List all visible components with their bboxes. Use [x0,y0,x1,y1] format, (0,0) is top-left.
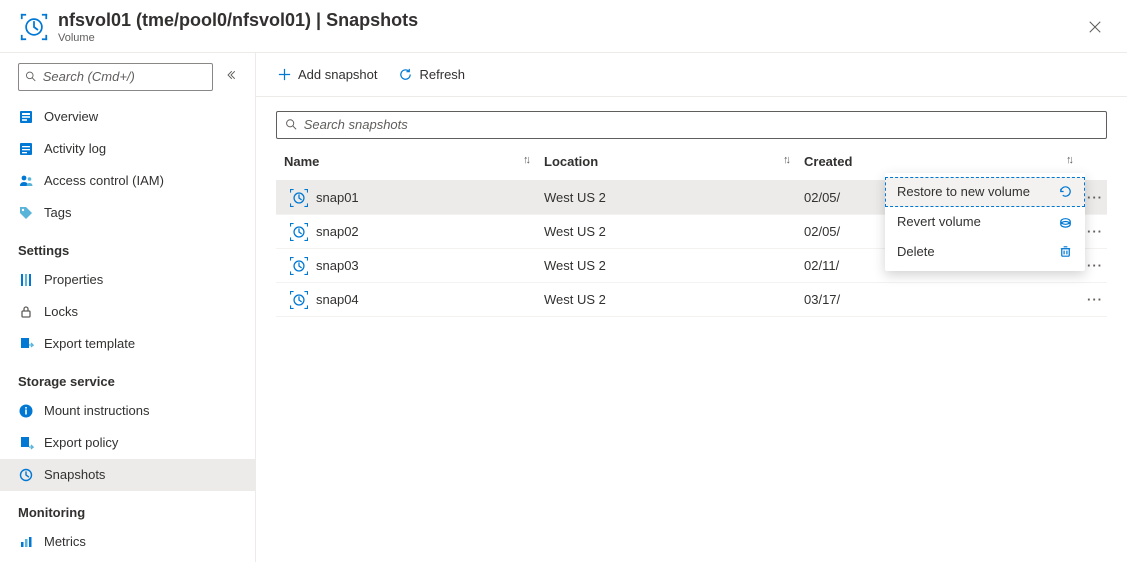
plus-icon [276,66,292,82]
sidebar-item-label: Overview [44,109,98,124]
access-control-icon [18,173,34,189]
row-context-menu: Restore to new volume Revert volume Delete [885,173,1085,271]
sidebar-item-label: Export policy [44,435,118,450]
add-snapshot-button[interactable]: Add snapshot [276,66,378,82]
sidebar-item-metrics[interactable]: Metrics [0,526,255,558]
search-icon [285,118,298,131]
sidebar-item-access-control[interactable]: Access control (IAM) [0,165,255,197]
sidebar-item-export-policy[interactable]: Export policy [0,427,255,459]
row-actions-button[interactable]: ··· [1079,283,1107,317]
metrics-icon [18,534,34,550]
activity-log-icon [18,141,34,157]
sidebar-item-label: Metrics [44,534,86,549]
section-header: Monitoring [0,491,255,526]
sort-icon: ↑↓ [783,154,788,166]
menu-item-restore[interactable]: Restore to new volume [885,177,1085,207]
sidebar-item-tags[interactable]: Tags [0,197,255,229]
sidebar-item-label: Access control (IAM) [44,173,164,188]
section-header: Storage service [0,360,255,395]
sidebar-item-label: Export template [44,336,135,351]
refresh-label: Refresh [420,67,466,82]
export-policy-icon [18,435,34,451]
menu-item-revert[interactable]: Revert volume [885,207,1085,237]
table-row[interactable]: snap04 West US 2 03/17/ ··· [276,283,1107,317]
close-button[interactable] [1083,15,1107,39]
snapshot-icon [290,257,308,275]
sidebar-item-label: Mount instructions [44,403,150,418]
sidebar: Overview Activity log Access control (IAM)… [0,53,256,562]
main-content: Add snapshot Refresh Name↑↓ Location↑↓ [256,53,1127,562]
page-title: nfsvol01 (tme/pool0/nfsvol01) | Snapshot… [58,10,1083,32]
sidebar-item-overview[interactable]: Overview [0,101,255,133]
revert-icon [1057,214,1073,230]
snapshot-icon [290,291,308,309]
snapshot-location: West US 2 [536,215,796,249]
add-snapshot-label: Add snapshot [298,67,378,82]
sidebar-item-mount-instructions[interactable]: Mount instructions [0,395,255,427]
sidebar-item-label: Locks [44,304,78,319]
delete-icon [1057,244,1073,260]
mount-instructions-icon [18,403,34,419]
tags-icon [18,205,34,221]
sidebar-item-label: Properties [44,272,103,287]
snapshot-created: 03/17/ [796,283,1079,317]
volume-snapshot-icon [20,13,48,41]
page-header: nfsvol01 (tme/pool0/nfsvol01) | Snapshot… [0,0,1127,53]
search-icon [25,70,37,83]
sidebar-item-properties[interactable]: Properties [0,264,255,296]
overview-icon [18,109,34,125]
sidebar-item-snapshots[interactable]: Snapshots [0,459,255,491]
snapshot-name: snap01 [316,190,359,205]
sidebar-search-input[interactable] [43,69,206,84]
sidebar-item-label: Snapshots [44,467,105,482]
sidebar-item-locks[interactable]: Locks [0,296,255,328]
refresh-icon [398,66,414,82]
snapshot-name: snap04 [316,292,359,307]
snapshot-name: snap03 [316,258,359,273]
page-subtitle: Volume [58,32,1083,44]
sort-icon: ↑↓ [523,154,528,166]
snapshot-location: West US 2 [536,283,796,317]
snapshots-icon [18,467,34,483]
restore-icon [1057,184,1073,200]
menu-item-delete[interactable]: Delete [885,237,1085,267]
sidebar-item-label: Tags [44,205,71,220]
toolbar: Add snapshot Refresh [256,53,1127,97]
column-header-location[interactable]: Location↑↓ [536,143,796,181]
snapshot-name: snap02 [316,224,359,239]
collapse-sidebar-button[interactable] [221,65,241,88]
menu-item-label: Delete [897,244,935,259]
sidebar-item-activity-log[interactable]: Activity log [0,133,255,165]
snapshot-location: West US 2 [536,181,796,215]
sidebar-item-label: Activity log [44,141,106,156]
sidebar-search[interactable] [18,63,213,91]
refresh-button[interactable]: Refresh [398,66,466,82]
column-header-name[interactable]: Name↑↓ [276,143,536,181]
properties-icon [18,272,34,288]
snapshot-location: West US 2 [536,249,796,283]
section-header: Settings [0,229,255,264]
snapshot-icon [290,223,308,241]
grid-search[interactable] [276,111,1107,139]
sidebar-item-export-template[interactable]: Export template [0,328,255,360]
menu-item-label: Restore to new volume [897,184,1030,199]
export-template-icon [18,336,34,352]
snapshot-icon [290,189,308,207]
locks-icon [18,304,34,320]
grid-search-input[interactable] [304,117,1098,132]
menu-item-label: Revert volume [897,214,981,229]
sort-icon: ↑↓ [1066,154,1071,166]
